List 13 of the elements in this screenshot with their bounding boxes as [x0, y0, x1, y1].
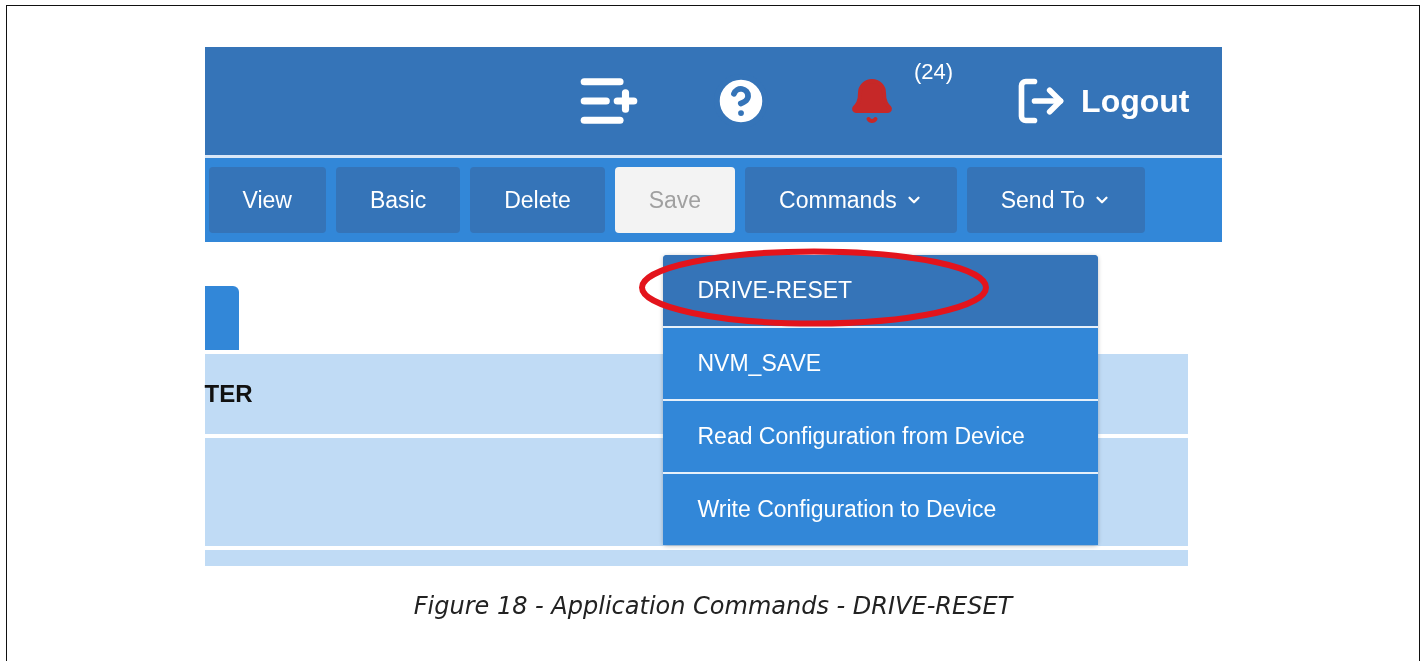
figure-caption: Figure 18 - Application Commands - DRIVE-RESET [413, 592, 1013, 620]
tab[interactable] [204, 286, 239, 350]
notification-count: (24) [914, 59, 954, 85]
dropdown-button[interactable]: Commands [745, 167, 957, 233]
menu-item[interactable]: Read Configuration from Device [662, 399, 1098, 472]
toolbar-button[interactable]: View [208, 167, 326, 233]
toolbar-button[interactable]: Delete [470, 167, 605, 233]
menu-item[interactable]: NVM_SAVE [662, 326, 1098, 399]
menu-item[interactable]: Write Configuration to Device [662, 472, 1098, 545]
column-header: TER [204, 380, 253, 408]
logout-link[interactable]: Logout [1015, 75, 1190, 127]
toolbar-button[interactable]: Basic [335, 167, 461, 233]
dropdown-button[interactable]: Send To [966, 167, 1145, 233]
